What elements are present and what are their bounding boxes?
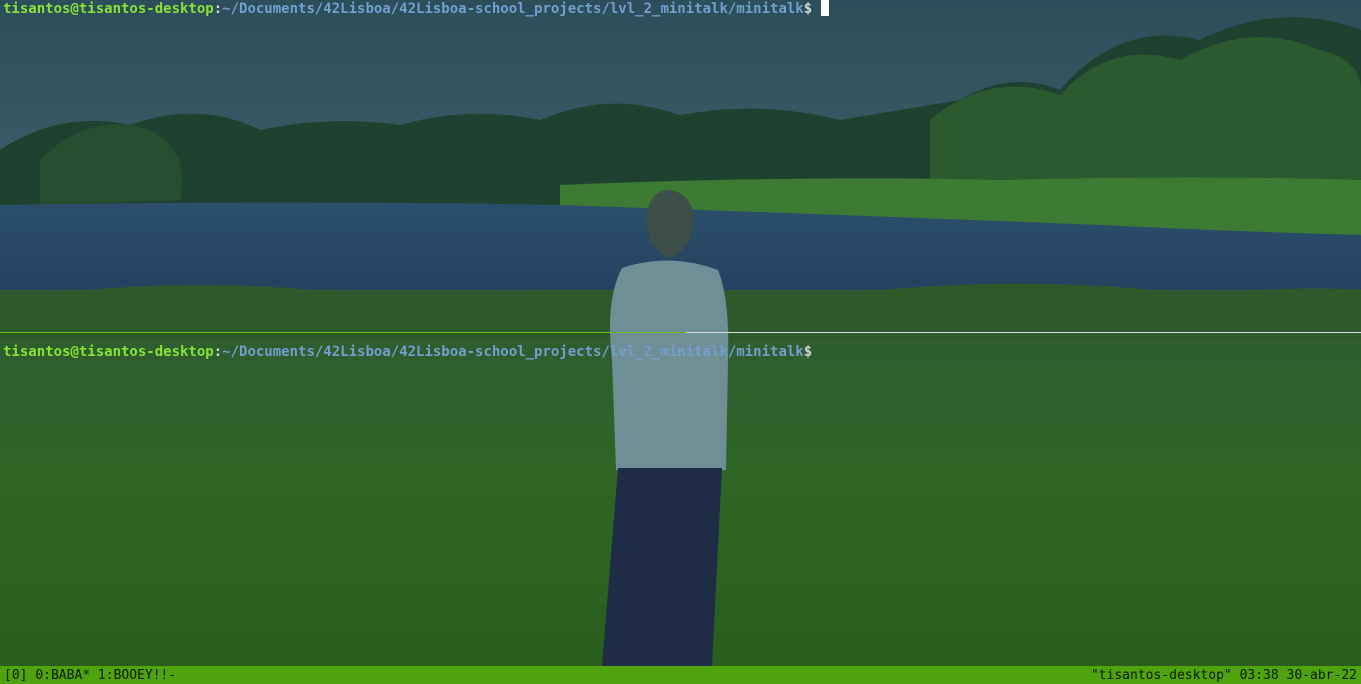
prompt-path: ~/Documents/42Lisboa/42Lisboa-school_pro… <box>222 1 804 17</box>
pane-border-active[interactable] <box>0 332 686 333</box>
status-date: 30-abr-22 <box>1286 668 1357 683</box>
pane-border[interactable] <box>686 332 1361 333</box>
status-left: [0] 0:BABA* 1:BOOEY!!- <box>4 666 176 684</box>
status-time: 03:38 <box>1239 668 1279 683</box>
prompt-separator: : <box>213 344 223 360</box>
tmux-status-bar: [0] 0:BABA* 1:BOOEY!!- "tisantos-desktop… <box>0 666 1361 684</box>
shell-prompt: tisantos@tisantos-desktop:~/Documents/42… <box>3 0 830 18</box>
prompt-symbol: $ <box>803 1 813 17</box>
text-cursor <box>821 0 830 16</box>
status-hostname: "tisantos-desktop" <box>1090 668 1232 683</box>
session-name[interactable]: [0] <box>4 668 27 683</box>
prompt-symbol: $ <box>803 344 813 360</box>
prompt-path: ~/Documents/42Lisboa/42Lisboa-school_pro… <box>222 344 804 360</box>
window-list[interactable]: 0:BABA* 1:BOOEY!!- <box>35 668 176 683</box>
prompt-user-host: tisantos@tisantos-desktop <box>3 1 214 17</box>
terminal-screen: tisantos@tisantos-desktop:~/Documents/42… <box>0 0 1361 684</box>
shell-prompt: tisantos@tisantos-desktop:~/Documents/42… <box>3 343 812 361</box>
tmux-pane-bottom[interactable]: tisantos@tisantos-desktop:~/Documents/42… <box>0 334 1361 666</box>
status-right: "tisantos-desktop" 03:38 30-abr-22 <box>1091 666 1357 684</box>
tmux-pane-top[interactable]: tisantos@tisantos-desktop:~/Documents/42… <box>0 0 1361 332</box>
prompt-user-host: tisantos@tisantos-desktop <box>3 344 214 360</box>
prompt-separator: : <box>213 1 223 17</box>
